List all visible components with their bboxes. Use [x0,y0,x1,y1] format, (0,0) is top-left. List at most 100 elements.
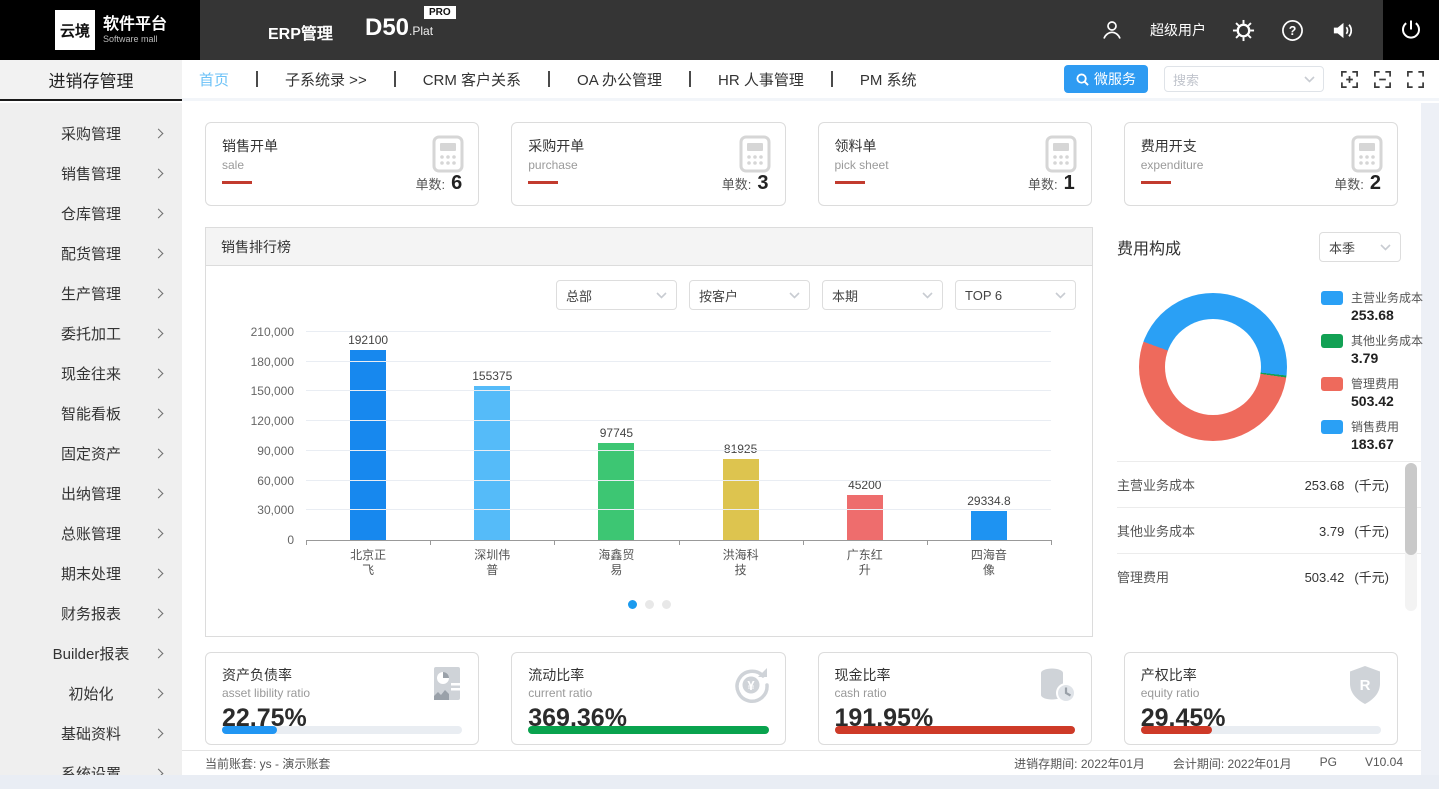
sidebar-item-9[interactable]: 固定资产 [0,433,182,473]
legend-color-chip [1321,377,1343,391]
sidebar-item-3[interactable]: 仓库管理 [0,193,182,233]
bar [971,511,1007,540]
pagination-dot-2[interactable] [645,600,654,609]
chevron-right-icon [154,728,164,738]
power-button[interactable] [1383,0,1439,60]
bar-value-label: 97745 [600,426,633,440]
sidebar-item-label: 初始化 [68,683,113,704]
select-value: 本期 [832,286,858,305]
db-label: PG [1320,755,1337,772]
sidebar-item-10[interactable]: 出纳管理 [0,473,182,513]
chevron-down-icon [789,292,800,299]
x-axis-tick [306,540,307,545]
nav-tab-6[interactable]: PM 系统 [860,69,917,90]
sidebar-item-15[interactable]: 初始化 [0,673,182,713]
zoom-out-icon[interactable] [1373,70,1392,89]
sidebar-item-8[interactable]: 智能看板 [0,393,182,433]
nav-tab-5[interactable]: HR 人事管理 [718,69,804,90]
help-icon[interactable]: ? [1281,19,1304,42]
report-icon [422,663,466,707]
expense-panel: 费用构成 本季 主营业务成本 253.68 其他业务成本 3.79 管理费用 5… [1117,227,1421,637]
x-axis-category: 北京正飞 [306,548,430,578]
nav-tab-4[interactable]: OA 办公管理 [577,69,662,90]
x-axis-tick [679,540,680,545]
sidebar-item-2[interactable]: 销售管理 [0,153,182,193]
sidebar-item-6[interactable]: 委托加工 [0,313,182,353]
chart-filter-select-3[interactable]: 本期 [822,280,943,310]
svg-text:R: R [1360,677,1371,694]
user-icon[interactable] [1100,18,1124,42]
sidebar-item-13[interactable]: 财务报表 [0,593,182,633]
sidebar-item-label: 期末处理 [61,563,121,584]
fullscreen-icon[interactable] [1406,70,1425,89]
expense-scrollbar-thumb[interactable] [1405,463,1417,555]
logo: 云境 软件平台 Software mall [0,0,200,60]
accent-dash [528,181,558,184]
legend-label: 主营业务成本 [1351,289,1423,306]
bar-value-label: 192100 [348,333,388,347]
select-value: 按客户 [699,286,738,305]
expense-row-value: 253.68 [1305,478,1345,493]
sidebar-item-1[interactable]: 采购管理 [0,113,182,153]
zoom-in-icon[interactable] [1340,70,1359,89]
expense-donut-chart [1139,293,1287,441]
calculator-icon [1351,135,1383,173]
gear-icon[interactable] [1232,19,1255,42]
legend-value: 253.68 [1351,307,1423,323]
search-input[interactable]: 搜索 [1164,66,1324,92]
pagination-dot-1[interactable] [628,600,637,609]
module-tab-title[interactable]: 进销存管理 [0,60,182,101]
expense-period-select[interactable]: 本季 [1319,232,1401,262]
main-content: 销售开单 sale 单数:6采购开单 purchase 单数:3领料单 pick… [182,103,1439,775]
sidebar-item-7[interactable]: 现金往来 [0,353,182,393]
chart-filter-select-4[interactable]: TOP 6 [955,280,1076,310]
legend-color-chip [1321,291,1343,305]
y-axis-label: 30,000 [224,503,294,517]
stat-card-3: 领料单 pick sheet 单数:1 [818,122,1092,206]
legend-value: 503.42 [1351,393,1423,409]
expense-scrollbar [1405,463,1417,611]
nav-tab-2[interactable]: 子系统录 >> [285,69,367,90]
nav-divider [394,71,396,87]
bar-chart-plot: 19210015537597745819254520029334.8 030,0… [306,333,1051,541]
chevron-right-icon [154,648,164,658]
micro-service-button[interactable]: 微服务 [1064,65,1148,93]
user-name[interactable]: 超级用户 [1150,20,1206,40]
speaker-icon[interactable] [1330,19,1355,42]
sub-nav: 首页 子系统录 >> CRM 客户关系 OA 办公管理 HR 人事管理 PM 系统 微服务… [182,60,1439,101]
chevron-down-icon [656,292,667,299]
x-axis-category-label: 海鑫贸易 [593,548,639,578]
chevron-right-icon [154,528,164,538]
sidebar-item-12[interactable]: 期末处理 [0,553,182,593]
y-axis-label: 210,000 [224,325,294,339]
bar-chart-xlabels: 北京正飞深圳伟普海鑫贸易洪海科技广东红升四海音像 [306,548,1051,578]
chevron-down-icon [1055,292,1066,299]
nav-tab-1[interactable]: 首页 [199,69,229,90]
sidebar-item-label: 仓库管理 [61,203,121,224]
gridline [306,420,1051,421]
sidebar-item-11[interactable]: 总账管理 [0,513,182,553]
sidebar-item-5[interactable]: 生产管理 [0,273,182,313]
chart-filter-select-1[interactable]: 总部 [556,280,677,310]
ratio-cards-row: 资产负债率 asset libility ratio 22.75% 流动比率 c… [205,652,1398,745]
chart-filter-select-2[interactable]: 按客户 [689,280,810,310]
logo-title: 软件平台 [103,16,167,34]
page-scrollbar[interactable] [1421,103,1439,775]
pagination-dot-3[interactable] [662,600,671,609]
nav-divider [256,71,258,87]
sidebar-item-16[interactable]: 基础资料 [0,713,182,753]
legend-value: 183.67 [1351,436,1423,452]
bar [598,443,634,540]
sidebar-item-14[interactable]: Builder报表 [0,633,182,673]
sidebar-item-label: 配货管理 [61,243,121,264]
sidebar-item-label: 基础资料 [61,723,121,744]
sales-ranking-panel: 销售排行榜 总部 按客户 本期 TOP 6 192100155375977458192… [205,227,1093,637]
expense-title: 费用构成 [1117,235,1181,259]
sales-ranking-title: 销售排行榜 [206,228,1092,266]
nav-tab-3[interactable]: CRM 客户关系 [423,69,521,90]
expense-row-label: 主营业务成本 [1117,475,1195,494]
x-axis-category-label: 广东红升 [842,548,888,578]
legend-label: 管理费用 [1351,375,1399,392]
sidebar-item-4[interactable]: 配货管理 [0,233,182,273]
calculator-icon [739,135,771,173]
